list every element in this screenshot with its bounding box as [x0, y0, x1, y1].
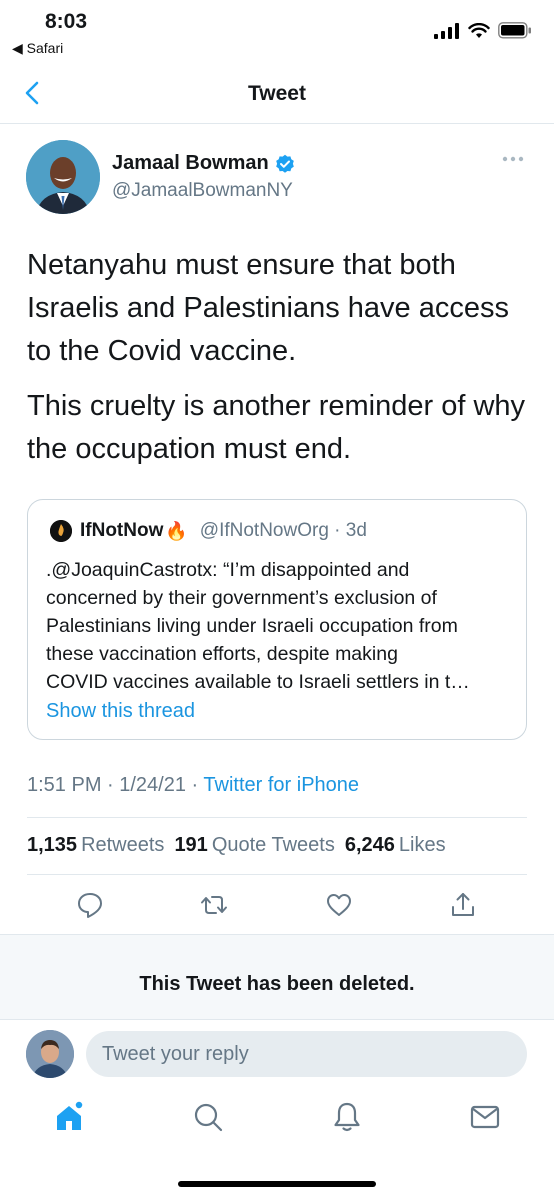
quote-tweets-label: Quote Tweets: [211, 834, 335, 856]
verified-badge-icon: [275, 154, 294, 173]
reply-icon[interactable]: [75, 890, 105, 920]
author-name[interactable]: Jamaal Bowman: [112, 152, 295, 175]
quoted-text-line: .@JoaquinCastrotx: “I’m disappointed and: [46, 559, 410, 581]
show-thread-link[interactable]: Show this thread: [46, 700, 195, 723]
messages-icon[interactable]: [468, 1100, 502, 1134]
nav-bar: Tweet: [0, 64, 554, 124]
quoted-author-avatar: [50, 520, 72, 542]
quoted-text-line: these vaccination efforts, despite makin…: [46, 643, 398, 665]
author-handle[interactable]: @JamaalBowmanNY: [112, 180, 293, 202]
tweet-actions: [0, 890, 554, 924]
quoted-author-name: IfNotNow: [80, 520, 164, 541]
likes-label: Likes: [398, 834, 446, 856]
retweets-stat[interactable]: 1,135 Retweets: [27, 834, 164, 857]
retweets-label: Retweets: [81, 834, 165, 856]
status-time: 8:03: [45, 10, 88, 33]
quote-tweets-count: 191: [174, 834, 208, 856]
divider: [27, 874, 527, 875]
likes-count: 6,246: [344, 834, 395, 856]
status-icons: [434, 22, 532, 39]
quoted-text-line: concerned by their government’s exclusio…: [46, 587, 437, 609]
deleted-tweet-text: This Tweet has been deleted.: [139, 973, 415, 995]
engagement-stats: 1,135 Retweets 191 Quote Tweets 6,246 Likes: [27, 834, 446, 857]
current-user-avatar-image: [26, 1030, 74, 1078]
tweet-timestamp: 1:51 PM · 1/24/21 ·: [27, 774, 204, 796]
reply-input[interactable]: [86, 1031, 527, 1077]
bottom-tab-bar: [0, 1100, 554, 1150]
wifi-icon: [468, 22, 490, 38]
signal-icon: [434, 22, 459, 39]
tweet-paragraph: Netanyahu must ensure that both Israelis…: [27, 249, 509, 367]
page-title: Tweet: [248, 82, 306, 105]
ifnotnow-logo-icon: [50, 520, 72, 542]
quoted-tweet-header: IfNotNow 🔥 @IfNotNowOrg · 3d: [50, 520, 367, 542]
fire-emoji-icon: 🔥: [165, 520, 188, 541]
author-avatar-image: [26, 140, 100, 214]
home-indicator: [178, 1181, 376, 1187]
author-name-text: Jamaal Bowman: [112, 152, 269, 174]
quoted-text-line: COVID vaccines available to Israeli sett…: [46, 671, 470, 693]
deleted-tweet-notice: This Tweet has been deleted.: [0, 934, 554, 1020]
back-to-safari-link[interactable]: ◀ Safari: [12, 40, 63, 57]
share-icon[interactable]: [448, 890, 478, 920]
quote-tweets-stat[interactable]: 191 Quote Tweets: [174, 834, 334, 857]
divider: [27, 817, 527, 818]
retweet-icon[interactable]: [199, 890, 229, 920]
tweet-text: Netanyahu must ensure that both Israelis…: [27, 244, 527, 483]
battery-icon: [498, 22, 531, 39]
tweet-source-link[interactable]: Twitter for iPhone: [203, 774, 359, 796]
notifications-icon[interactable]: [330, 1100, 364, 1134]
status-bar: 8:03 ◀ Safari: [0, 0, 554, 64]
author-avatar[interactable]: [26, 140, 100, 214]
current-user-avatar[interactable]: [26, 1030, 74, 1078]
home-icon[interactable]: [52, 1100, 86, 1134]
like-icon[interactable]: [324, 890, 354, 920]
retweets-count: 1,135: [27, 834, 78, 856]
tweet-meta: 1:51 PM · 1/24/21 · Twitter for iPhone: [27, 774, 359, 797]
quoted-author-handle-time: @IfNotNowOrg · 3d: [199, 520, 367, 541]
tweet-paragraph: This cruelty is another reminder of why …: [27, 390, 526, 465]
quoted-tweet-card[interactable]: IfNotNow 🔥 @IfNotNowOrg · 3d .@JoaquinCa…: [27, 499, 527, 740]
more-icon[interactable]: [502, 155, 524, 163]
quoted-tweet-text: .@JoaquinCastrotx: “I’m disappointed and…: [46, 556, 516, 696]
quoted-text-line: Palestinians living under Israeli occupa…: [46, 615, 458, 637]
likes-stat[interactable]: 6,246 Likes: [345, 834, 446, 857]
search-icon[interactable]: [191, 1100, 225, 1134]
